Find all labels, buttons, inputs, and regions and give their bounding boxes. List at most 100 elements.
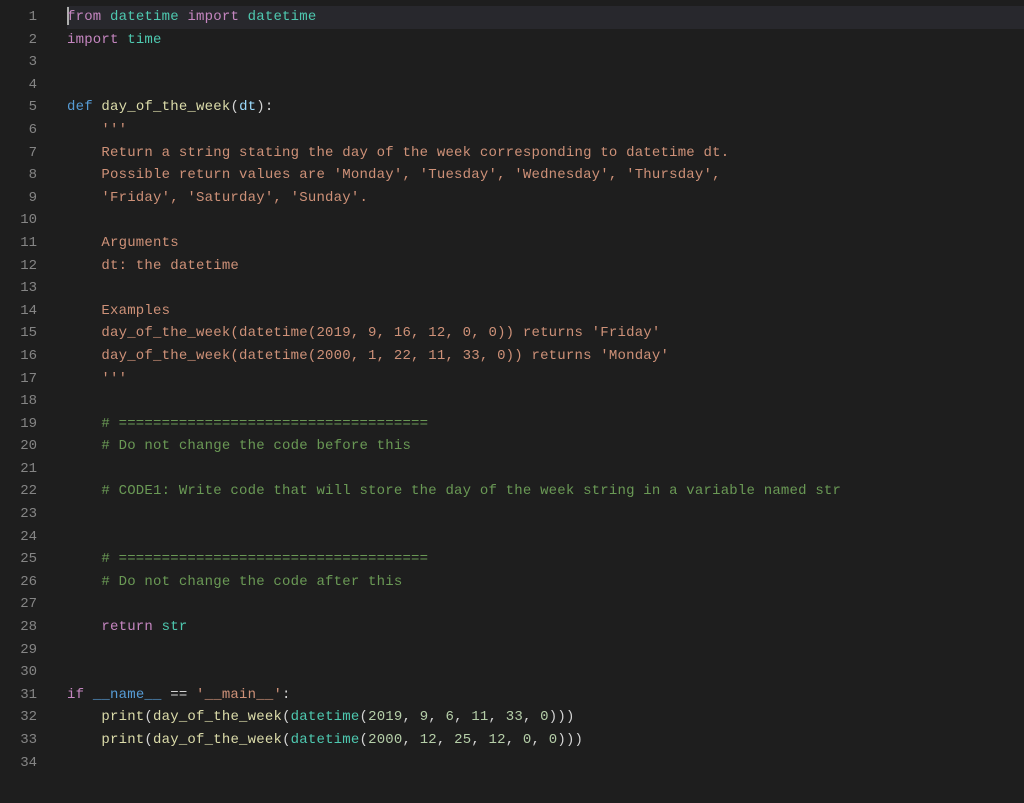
number: 2019	[368, 709, 402, 725]
line-number: 7	[0, 142, 37, 165]
code-line[interactable]	[67, 74, 1024, 97]
docstring: Possible return values are 'Monday', 'Tu…	[67, 167, 721, 183]
line-number: 11	[0, 232, 37, 255]
code-line[interactable]	[67, 752, 1024, 775]
line-number: 30	[0, 661, 37, 684]
line-number: 3	[0, 51, 37, 74]
function-call: day_of_the_week	[153, 709, 282, 725]
comment: # ====================================	[101, 416, 428, 432]
line-number: 21	[0, 458, 37, 481]
line-number: 13	[0, 277, 37, 300]
number: 12	[489, 732, 506, 748]
line-number: 26	[0, 571, 37, 594]
docstring: Examples	[67, 303, 170, 319]
line-number: 18	[0, 390, 37, 413]
line-number-gutter: 1 2 3 4 5 6 7 8 9 10 11 12 13 14 15 16 1…	[0, 0, 55, 803]
comment: # Do not change the code after this	[101, 574, 402, 590]
code-line[interactable]: 'Friday', 'Saturday', 'Sunday'.	[67, 187, 1024, 210]
docstring: day_of_the_week(datetime(2019, 9, 16, 12…	[67, 325, 661, 341]
code-line[interactable]: return str	[67, 616, 1024, 639]
comment: # CODE1: Write code that will store the …	[101, 483, 841, 499]
docstring: dt: the datetime	[67, 258, 239, 274]
line-number: 8	[0, 164, 37, 187]
code-line[interactable]	[67, 458, 1024, 481]
code-line[interactable]	[67, 639, 1024, 662]
code-line[interactable]	[67, 503, 1024, 526]
code-line[interactable]: day_of_the_week(datetime(2000, 1, 22, 11…	[67, 345, 1024, 368]
code-line[interactable]: # ====================================	[67, 548, 1024, 571]
number: 0	[540, 709, 549, 725]
number: 11	[471, 709, 488, 725]
line-number: 32	[0, 706, 37, 729]
keyword: import	[187, 9, 239, 25]
builtin-func: print	[101, 732, 144, 748]
code-line[interactable]: Return a string stating the day of the w…	[67, 142, 1024, 165]
docstring: Return a string stating the day of the w…	[67, 145, 729, 161]
line-number: 6	[0, 119, 37, 142]
docstring: Arguments	[67, 235, 179, 251]
code-line[interactable]: from datetime import datetime	[67, 6, 1024, 29]
code-line[interactable]: # ====================================	[67, 413, 1024, 436]
code-line[interactable]: if __name__ == '__main__':	[67, 684, 1024, 707]
module-name: time	[127, 32, 161, 48]
code-line[interactable]: Possible return values are 'Monday', 'Tu…	[67, 164, 1024, 187]
line-number: 12	[0, 255, 37, 278]
function-call: day_of_the_week	[153, 732, 282, 748]
code-line[interactable]: dt: the datetime	[67, 255, 1024, 278]
code-line[interactable]	[67, 661, 1024, 684]
comment: # Do not change the code before this	[101, 438, 411, 454]
code-line[interactable]: # CODE1: Write code that will store the …	[67, 480, 1024, 503]
builtin: str	[162, 619, 188, 635]
line-number: 9	[0, 187, 37, 210]
code-line[interactable]: '''	[67, 119, 1024, 142]
code-line[interactable]: Examples	[67, 300, 1024, 323]
class-name: datetime	[291, 732, 360, 748]
code-line[interactable]: '''	[67, 368, 1024, 391]
code-line[interactable]: import time	[67, 29, 1024, 52]
line-number: 5	[0, 96, 37, 119]
code-line[interactable]	[67, 390, 1024, 413]
line-number: 20	[0, 435, 37, 458]
number: 6	[446, 709, 455, 725]
number: 33	[506, 709, 523, 725]
number: 12	[420, 732, 437, 748]
docstring: day_of_the_week(datetime(2000, 1, 22, 11…	[67, 348, 669, 364]
line-number: 34	[0, 752, 37, 775]
code-editor[interactable]: 1 2 3 4 5 6 7 8 9 10 11 12 13 14 15 16 1…	[0, 0, 1024, 803]
number: 2000	[368, 732, 402, 748]
code-line[interactable]: # Do not change the code after this	[67, 571, 1024, 594]
code-content[interactable]: from datetime import datetime import tim…	[55, 0, 1024, 803]
keyword: return	[101, 619, 153, 635]
line-number: 16	[0, 345, 37, 368]
line-number: 25	[0, 548, 37, 571]
function-name: day_of_the_week	[101, 99, 230, 115]
code-line[interactable]	[67, 593, 1024, 616]
line-number: 24	[0, 526, 37, 549]
keyword: import	[67, 32, 119, 48]
code-line[interactable]: print(day_of_the_week(datetime(2000, 12,…	[67, 729, 1024, 752]
line-number: 31	[0, 684, 37, 707]
code-line[interactable]	[67, 209, 1024, 232]
line-number: 4	[0, 74, 37, 97]
line-number: 15	[0, 322, 37, 345]
line-number: 29	[0, 639, 37, 662]
code-line[interactable]: def day_of_the_week(dt):	[67, 96, 1024, 119]
line-number: 14	[0, 300, 37, 323]
line-number: 22	[0, 480, 37, 503]
comment: # ====================================	[101, 551, 428, 567]
code-line[interactable]	[67, 51, 1024, 74]
keyword: if	[67, 687, 84, 703]
code-line[interactable]: day_of_the_week(datetime(2019, 9, 16, 12…	[67, 322, 1024, 345]
code-line[interactable]: Arguments	[67, 232, 1024, 255]
line-number: 17	[0, 368, 37, 391]
code-line[interactable]: # Do not change the code before this	[67, 435, 1024, 458]
code-line[interactable]	[67, 526, 1024, 549]
line-number: 33	[0, 729, 37, 752]
docstring: '''	[101, 122, 127, 138]
string: '__main__'	[196, 687, 282, 703]
builtin-func: print	[101, 709, 144, 725]
keyword: from	[67, 9, 101, 25]
code-line[interactable]	[67, 277, 1024, 300]
docstring: 'Friday', 'Saturday', 'Sunday'.	[67, 190, 368, 206]
code-line[interactable]: print(day_of_the_week(datetime(2019, 9, …	[67, 706, 1024, 729]
